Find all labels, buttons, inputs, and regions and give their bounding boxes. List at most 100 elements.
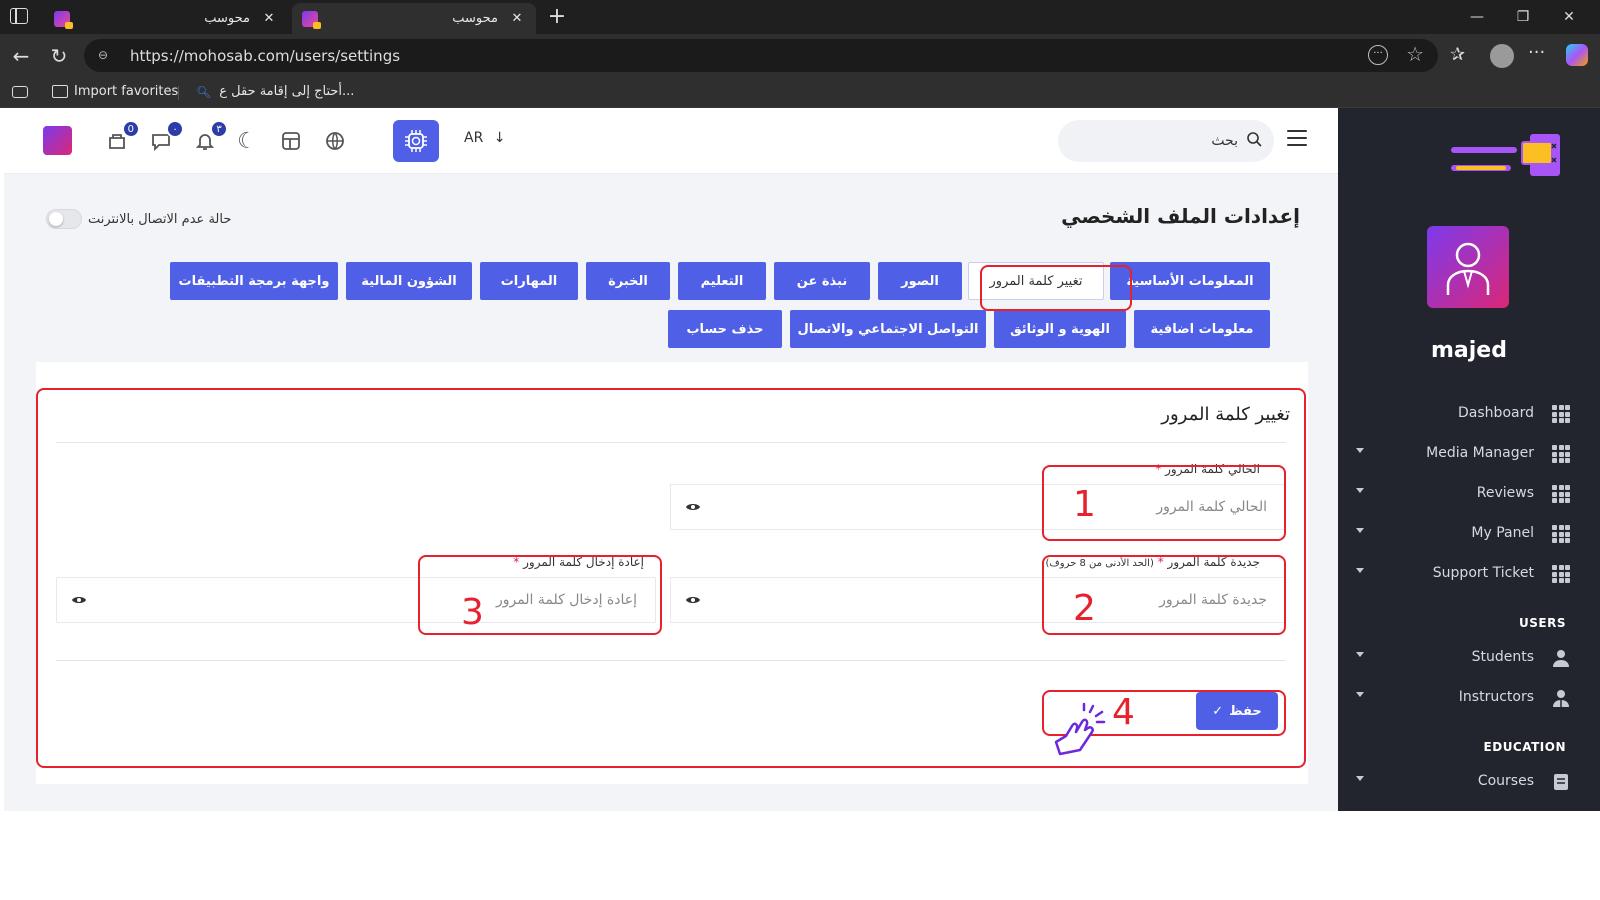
caret-down-icon xyxy=(1356,776,1364,781)
tab-title: محوسب xyxy=(452,11,498,26)
notifications-badge: ٣ xyxy=(210,120,228,138)
sidebar-item-my-panel[interactable]: My Panel xyxy=(1338,522,1600,546)
step-number-1: 1 xyxy=(1073,484,1096,525)
app-root: محوسب ✕ محوسب ✕ + — ❐ ✕ ← ↻ ⊖ https://mo… xyxy=(0,0,1600,900)
divider xyxy=(178,86,179,100)
ai-chip-button[interactable] xyxy=(393,120,439,162)
search-box[interactable]: بحث xyxy=(1058,120,1274,162)
sidebar-item-support-ticket[interactable]: Support Ticket xyxy=(1338,562,1600,586)
url-field[interactable]: ⊖ https://mohosab.com/users/settings ···… xyxy=(84,39,1438,72)
favorite-label: أحتاج إلى إقامة حقل ع... xyxy=(219,84,355,99)
sidebar-item-label: Reviews xyxy=(1476,485,1534,501)
caret-down-icon xyxy=(1356,692,1364,697)
arrow-down-icon: ↓ xyxy=(493,130,506,146)
close-tab-icon[interactable]: ✕ xyxy=(260,11,278,26)
restore-icon[interactable]: ❐ xyxy=(1500,0,1546,34)
grid-icon xyxy=(1552,445,1570,463)
site-favicon-icon xyxy=(54,10,73,29)
tab-api[interactable]: واجهة برمجة التطبيقات xyxy=(170,262,338,300)
search-icon: 🔍︎ xyxy=(196,84,212,99)
grid-icon xyxy=(1552,405,1570,423)
settings-menu-icon[interactable]: ··· xyxy=(1528,42,1545,63)
sidebar-item-label: Students xyxy=(1471,649,1534,665)
notifications-icon[interactable]: ٣ xyxy=(190,120,228,156)
new-tab-icon[interactable]: + xyxy=(544,4,570,30)
sidebar-item-label: Courses xyxy=(1477,773,1534,789)
top-navbar: 0 ٠ ٣ ☾ AR ↓ بحث xyxy=(4,108,1338,174)
tasks-icon[interactable]: 0 xyxy=(102,120,140,156)
back-icon[interactable]: ← xyxy=(6,42,36,70)
minimize-icon[interactable]: — xyxy=(1454,0,1500,34)
favorite-label: Import favorites xyxy=(74,84,179,99)
profile-avatar-icon[interactable] xyxy=(1490,44,1514,68)
caret-down-icon xyxy=(1356,448,1364,453)
offline-label: حالة عدم الاتصال بالانترنت xyxy=(88,211,232,227)
caret-down-icon xyxy=(1356,528,1364,533)
sidebar-item-students[interactable]: Students xyxy=(1338,646,1600,670)
reload-icon[interactable]: ↻ xyxy=(44,42,74,70)
tab-experience[interactable]: الخبرة xyxy=(586,262,670,300)
pointing-hand-icon xyxy=(1054,702,1106,756)
step-number-4: 4 xyxy=(1112,692,1135,733)
toggle-switch[interactable] xyxy=(46,209,82,229)
tab-identity-documents[interactable]: الهوية و الوثائق xyxy=(994,310,1126,348)
close-tab-icon[interactable]: ✕ xyxy=(508,11,526,26)
url-text: https://mohosab.com/users/settings xyxy=(130,46,401,65)
close-window-icon[interactable]: ✕ xyxy=(1546,0,1592,34)
layout-icon[interactable] xyxy=(276,126,306,156)
tab-basic-info[interactable]: المعلومات الأساسية xyxy=(1110,262,1270,300)
favorites-icon[interactable]: ✰ xyxy=(1450,44,1465,65)
tab-finance[interactable]: الشؤون المالية xyxy=(346,262,472,300)
globe-icon[interactable] xyxy=(320,126,350,156)
tab-social-contact[interactable]: التواصل الاجتماعي والاتصال xyxy=(790,310,986,348)
favorites-bar: Import favorites 🔍︎ أحتاج إلى إقامة حقل … xyxy=(0,78,1600,108)
highlight-box-active-tab xyxy=(980,265,1132,311)
tab-delete-account[interactable]: حذف حساب xyxy=(668,310,782,348)
search-input[interactable]: بحث xyxy=(1211,133,1238,149)
reading-icon[interactable] xyxy=(12,86,28,98)
sidebar-section-users: USERS xyxy=(1519,616,1566,630)
folder-icon xyxy=(52,85,68,98)
sidebar-item-label: My Panel xyxy=(1471,525,1534,541)
site-info-icon[interactable]: ⊖ xyxy=(98,48,114,64)
tab-skills[interactable]: المهارات xyxy=(480,262,578,300)
browser-tab-1[interactable]: محوسب ✕ xyxy=(44,3,288,34)
hamburger-menu-icon[interactable] xyxy=(1287,130,1307,146)
tab-education[interactable]: التعليم xyxy=(678,262,766,300)
browser-address-bar: ← ↻ ⊖ https://mohosab.com/users/settings… xyxy=(0,34,1600,78)
step-number-2: 2 xyxy=(1073,588,1096,629)
tab-photos[interactable]: الصور xyxy=(878,262,962,300)
sidebar-item-courses[interactable]: Courses xyxy=(1338,770,1600,794)
favorite-star-icon[interactable]: ☆ xyxy=(1406,42,1424,66)
copilot-icon[interactable] xyxy=(1566,44,1588,66)
browser-tab-2[interactable]: محوسب ✕ xyxy=(292,3,536,34)
offline-toggle[interactable]: حالة عدم الاتصال بالانترنت xyxy=(46,209,231,229)
messages-badge: ٠ xyxy=(166,120,184,138)
tab-about[interactable]: نبذة عن xyxy=(774,262,870,300)
sidebar-item-instructors[interactable]: Instructors xyxy=(1338,686,1600,710)
sidebar-item-label: Instructors xyxy=(1458,689,1534,705)
sidebar-section-education: EDUCATION xyxy=(1483,740,1566,754)
user-profile-avatar[interactable] xyxy=(1427,226,1509,308)
grid-icon xyxy=(1552,485,1570,503)
import-favorites-link[interactable]: Import favorites xyxy=(52,84,178,99)
sidebar-item-dashboard[interactable]: Dashboard xyxy=(1338,402,1600,426)
tab-additional-info[interactable]: معلومات اضافية xyxy=(1134,310,1270,348)
browser-tab-bar: محوسب ✕ محوسب ✕ + — ❐ ✕ xyxy=(0,0,1600,34)
messages-icon[interactable]: ٠ xyxy=(146,120,184,156)
favorite-link-search[interactable]: 🔍︎ أحتاج إلى إقامة حقل ع... xyxy=(196,84,354,99)
mohosab-logo[interactable] xyxy=(1448,130,1566,184)
grid-icon xyxy=(1552,565,1570,583)
user-icon xyxy=(1553,650,1569,667)
more-options-icon[interactable]: ··· xyxy=(1368,45,1388,65)
caret-down-icon xyxy=(1356,652,1364,657)
sidebar-toggle-icon[interactable] xyxy=(10,8,28,24)
book-icon xyxy=(1554,774,1568,790)
sidebar-item-media-manager[interactable]: Media Manager xyxy=(1338,442,1600,466)
tab-title: محوسب xyxy=(204,11,250,26)
user-avatar[interactable] xyxy=(43,126,72,155)
language-selector[interactable]: AR ↓ xyxy=(464,130,506,146)
sidebar-item-reviews[interactable]: Reviews xyxy=(1338,482,1600,506)
tasks-badge: 0 xyxy=(121,120,140,138)
dark-mode-icon[interactable]: ☾ xyxy=(232,126,262,156)
